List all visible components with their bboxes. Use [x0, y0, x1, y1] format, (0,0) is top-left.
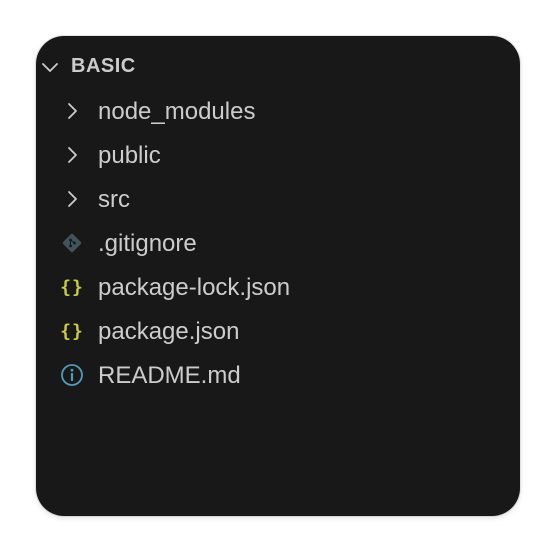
tree-item-label: .gitignore: [98, 230, 197, 257]
tree-item-gitignore[interactable]: .gitignore: [36, 223, 520, 263]
json-braces-icon: {}: [60, 320, 84, 342]
section-title: BASIC: [71, 55, 136, 77]
tree-item-label: package-lock.json: [98, 274, 291, 301]
tree-item-label: node_modules: [98, 98, 256, 125]
chevron-down-icon[interactable]: [40, 58, 60, 78]
tree-item-label: public: [98, 142, 161, 169]
tree-item-package-json[interactable]: {} package.json: [36, 311, 520, 351]
explorer-panel: BASIC node_modules public src .gitignore…: [36, 36, 520, 516]
tree-item-readme-md[interactable]: README.md: [36, 355, 520, 395]
git-icon: [60, 231, 84, 255]
tree-item-label: README.md: [98, 362, 241, 389]
info-icon: [60, 363, 84, 387]
json-braces-icon: {}: [60, 276, 84, 298]
chevron-right-icon[interactable]: [60, 187, 84, 211]
chevron-right-icon[interactable]: [60, 99, 84, 123]
tree-item-label: package.json: [98, 318, 240, 345]
tree-item-label: src: [98, 186, 130, 213]
chevron-right-icon[interactable]: [60, 143, 84, 167]
tree-item-src[interactable]: src: [36, 179, 520, 219]
explorer-section-header[interactable]: BASIC: [36, 50, 520, 84]
tree-item-public[interactable]: public: [36, 135, 520, 175]
tree-item-package-lock-json[interactable]: {} package-lock.json: [36, 267, 520, 307]
tree-item-node-modules[interactable]: node_modules: [36, 91, 520, 131]
